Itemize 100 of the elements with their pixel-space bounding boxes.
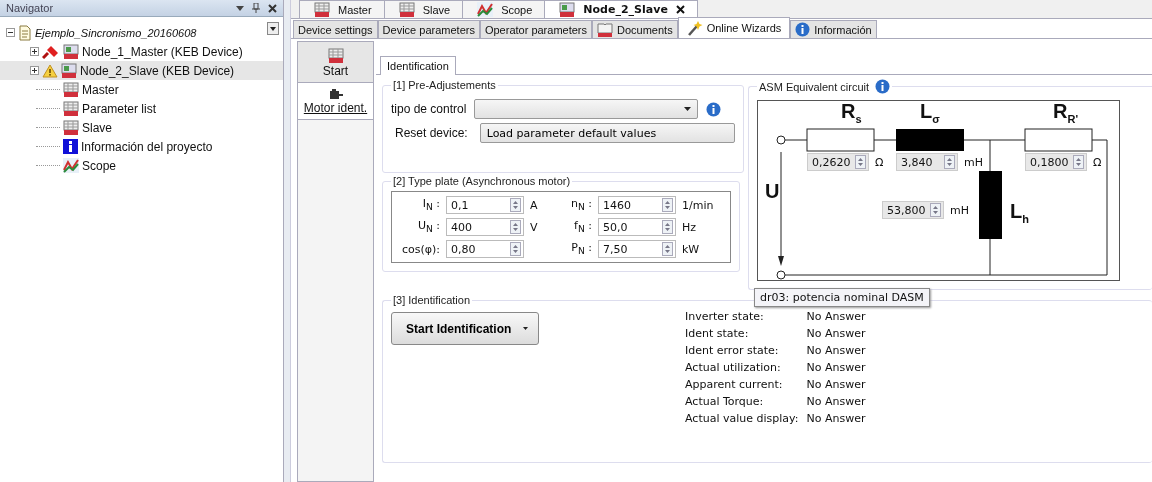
symbol-label: R$_{s}$	[841, 100, 862, 125]
field-label: n$_{N}$ :	[569, 197, 593, 213]
tree-label: Scope	[82, 158, 117, 173]
status-value: No Answer	[806, 327, 866, 340]
unit-label: V	[529, 220, 539, 234]
dropdown-button[interactable]	[267, 22, 279, 35]
symbol-label: L$_{σ}$	[920, 100, 940, 125]
spin-buttons[interactable]	[662, 220, 673, 234]
motor-icon	[327, 89, 344, 101]
spin-buttons[interactable]	[930, 203, 941, 217]
unit-label: Ω	[875, 155, 884, 169]
number-field[interactable]: 50,0	[598, 218, 676, 236]
close-icon[interactable]	[268, 3, 277, 13]
status-value: No Answer	[806, 310, 866, 323]
dropdown-icon[interactable]	[236, 5, 244, 11]
chart-icon	[63, 158, 79, 173]
number-field[interactable]: 0,2620	[807, 153, 869, 171]
number-field[interactable]: 0,80	[446, 240, 524, 258]
number-field[interactable]: 3,840	[896, 153, 958, 171]
field-label: Reset device:	[395, 126, 468, 140]
field-label: cos(φ):	[400, 242, 441, 256]
spin-buttons[interactable]	[510, 242, 521, 256]
unit-label: kW	[681, 242, 701, 256]
pin-icon[interactable]	[252, 3, 260, 13]
info-icon	[63, 139, 78, 154]
spin-buttons[interactable]	[662, 198, 673, 212]
spin-buttons[interactable]	[662, 242, 673, 256]
document-tab[interactable]: Node_2_Slave	[544, 0, 698, 18]
tab[interactable]: Identification	[380, 56, 456, 75]
close-icon[interactable]	[675, 5, 685, 14]
symbol-label: L$_{h}$	[1010, 200, 1029, 225]
status-value: No Answer	[806, 395, 866, 408]
reset-button[interactable]: Load parameter default values	[479, 123, 735, 143]
document-tab[interactable]: Scope	[462, 0, 546, 18]
tooltip: dr03: potencia nominal DASM	[754, 288, 930, 307]
number-field[interactable]: 400	[446, 218, 524, 236]
tab[interactable]: Device parameters	[377, 20, 480, 38]
document-tab[interactable]: Master	[299, 0, 385, 18]
wizard-step[interactable]: Start	[298, 42, 373, 83]
spin-buttons[interactable]	[944, 155, 955, 169]
table-icon	[63, 119, 79, 136]
start-button[interactable]: Start Identification	[391, 312, 539, 345]
tree-label: Slave	[82, 120, 113, 135]
tab[interactable]: Operator parameters	[479, 20, 593, 38]
unit-label: mH	[950, 203, 969, 217]
tree-item[interactable]: Parameter list	[0, 99, 283, 118]
plug-icon	[42, 44, 60, 59]
table-icon	[63, 100, 79, 117]
tab[interactable]: Información	[790, 20, 877, 38]
tree-toggle[interactable]	[6, 28, 15, 37]
panel-title: Navigator	[6, 2, 55, 14]
info-icon	[706, 101, 722, 117]
status-label: Inverter state:	[685, 310, 765, 323]
tree-item[interactable]: Master	[0, 80, 283, 99]
tree-item[interactable]: Ejemplo_Sincronismo_20160608	[0, 23, 283, 42]
unit-label: 1/min	[681, 198, 715, 212]
symbol-label: U	[765, 180, 780, 203]
field-label: tipo de control	[391, 102, 467, 116]
tab[interactable]: Device settings	[293, 20, 378, 38]
group-title: [1] Pre-Adjustements	[392, 79, 497, 91]
symbol-label: R$_{R'}$	[1053, 100, 1078, 125]
tree-item[interactable]: Información del proyecto	[0, 137, 283, 156]
group-title: [2] Type plate (Asynchronous motor)	[392, 175, 572, 187]
status-value: No Answer	[806, 361, 866, 374]
number-field[interactable]: 1460	[598, 196, 676, 214]
dropdown-field[interactable]	[474, 99, 699, 119]
number-field[interactable]: 7,50	[598, 240, 676, 258]
tree-item[interactable]: Slave	[0, 118, 283, 137]
tab[interactable]: Documents	[592, 20, 678, 38]
document-tab[interactable]: Slave	[383, 0, 464, 18]
caret-icon	[523, 327, 528, 330]
spin-buttons[interactable]	[510, 220, 521, 234]
number-field[interactable]: 0,1800	[1025, 153, 1087, 171]
tree-item[interactable]: Node_1_Master (KEB Device)	[0, 42, 283, 61]
tree-label: Ejemplo_Sincronismo_20160608	[35, 26, 197, 39]
tree-toggle[interactable]	[30, 47, 39, 56]
tree-item[interactable]: Node_2_Slave (KEB Device)	[0, 61, 283, 80]
tree-label: Node_2_Slave (KEB Device)	[80, 63, 235, 78]
table-icon	[327, 48, 344, 64]
status-label: Ident state:	[685, 327, 750, 340]
spin-buttons[interactable]	[510, 198, 521, 212]
spin-buttons[interactable]	[855, 155, 866, 169]
status-label: Actual utilization:	[685, 361, 782, 374]
unit-label: Ω	[1093, 155, 1102, 169]
status-value: No Answer	[806, 412, 866, 425]
spin-buttons[interactable]	[1073, 155, 1084, 169]
caret-icon	[684, 107, 692, 111]
status-label: Apparent current:	[685, 378, 784, 391]
tree-item[interactable]: Scope	[0, 156, 283, 175]
status-label: Ident error state:	[685, 344, 780, 357]
info-icon	[875, 79, 891, 94]
number-field[interactable]: 0,1	[446, 196, 524, 214]
tree-label: Master	[82, 82, 119, 97]
tree-toggle[interactable]	[30, 66, 39, 75]
tab[interactable]: Online Wizards	[677, 17, 791, 38]
field-label: I$_{N}$ :	[421, 197, 441, 213]
tree-label: Información del proyecto	[81, 139, 213, 154]
field-label: U$_{N}$ :	[416, 219, 441, 235]
number-field[interactable]: 53,800	[882, 201, 944, 219]
wizard-step[interactable]: Motor ident.	[298, 83, 373, 120]
